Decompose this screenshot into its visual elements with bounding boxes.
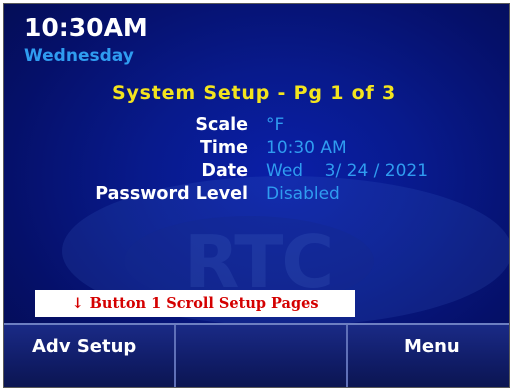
scale-label: Scale — [195, 115, 248, 135]
softkey-bar: Adv Setup Menu — [4, 323, 509, 387]
clock-time: 10:30AM — [24, 13, 148, 42]
softkey-2[interactable] — [176, 325, 346, 387]
password-level-value[interactable]: Disabled — [266, 184, 340, 204]
softkey-menu[interactable]: Menu — [348, 325, 509, 387]
callout-text: Button 1 Scroll Setup Pages — [89, 295, 319, 312]
page-title: System Setup - Pg 1 of 3 — [112, 82, 396, 104]
softkey-adv-setup-label: Adv Setup — [32, 336, 137, 357]
date-label: Date — [201, 161, 248, 181]
password-level-label: Password Level — [95, 184, 248, 204]
down-arrow-icon: ↓ — [71, 295, 84, 312]
softkey-menu-label: Menu — [404, 336, 460, 357]
time-value[interactable]: 10:30 AM — [266, 138, 347, 158]
date-value[interactable]: Wed 3/ 24 / 2021 — [266, 161, 428, 181]
clock-day: Wednesday — [24, 46, 134, 66]
scale-value[interactable]: °F — [266, 115, 284, 135]
instruction-callout: ↓ Button 1 Scroll Setup Pages — [35, 290, 355, 317]
screenshot-frame: RTC 10:30AM Wednesday System Setup - Pg … — [0, 0, 511, 389]
softkey-adv-setup[interactable]: Adv Setup — [4, 325, 174, 387]
thermostat-display: RTC 10:30AM Wednesday System Setup - Pg … — [3, 3, 510, 388]
time-label: Time — [199, 138, 248, 158]
